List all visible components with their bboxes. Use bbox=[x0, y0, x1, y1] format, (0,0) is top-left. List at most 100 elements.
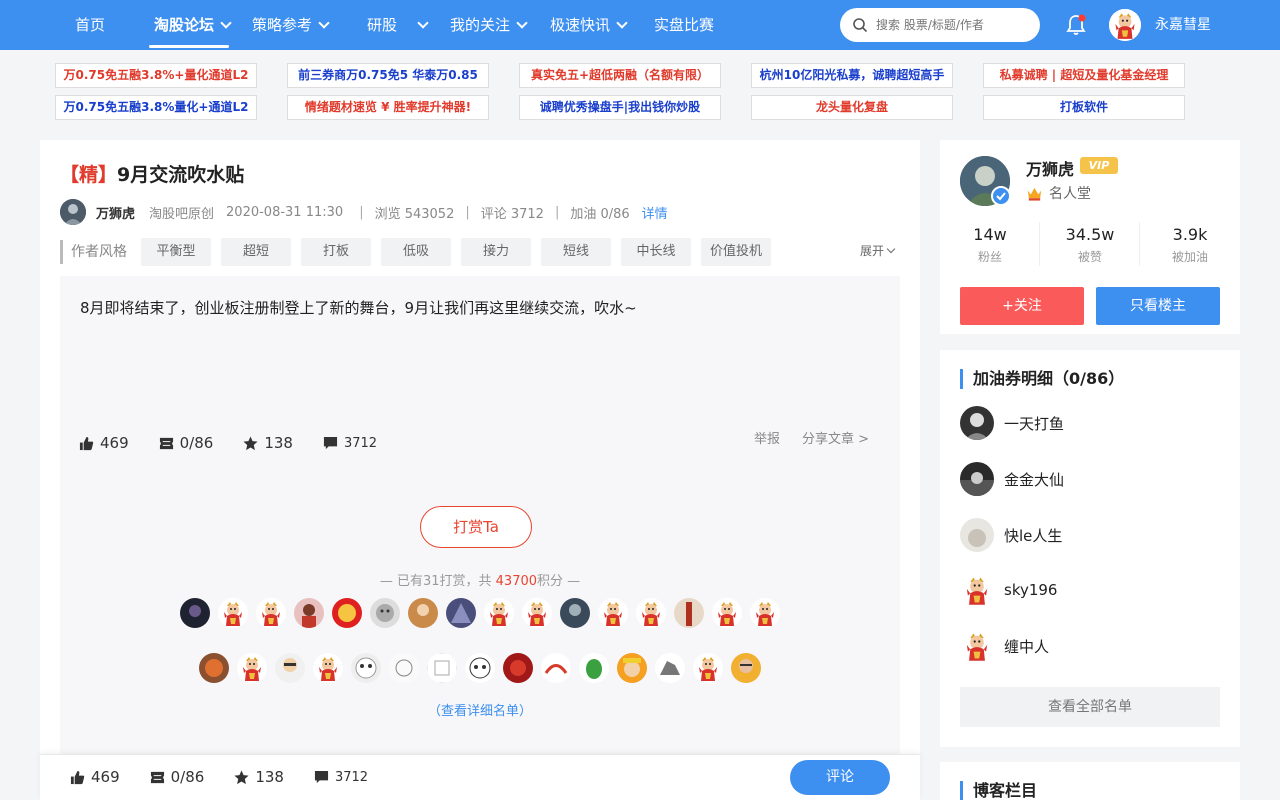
like-button[interactable]: 469 bbox=[70, 768, 120, 786]
tipper-avatar[interactable] bbox=[541, 653, 571, 683]
star-button[interactable]: 138 bbox=[243, 434, 293, 452]
tipper-avatar[interactable] bbox=[750, 598, 780, 628]
style-chip[interactable]: 价值投机 bbox=[701, 238, 771, 266]
style-chip[interactable]: 中长线 bbox=[621, 238, 691, 266]
list-item[interactable]: 快le人生 bbox=[960, 518, 1062, 552]
tipper-avatar[interactable] bbox=[465, 653, 495, 683]
nav-flash-news[interactable]: 极速快讯 bbox=[550, 0, 628, 50]
fuel-count-meta: 加油 0/86 bbox=[570, 206, 630, 222]
author-avatar[interactable] bbox=[60, 199, 86, 225]
fuel-button[interactable]: 0/86 bbox=[150, 768, 204, 786]
fuel-user-name: sky196 bbox=[1004, 581, 1058, 599]
tipper-avatar[interactable] bbox=[408, 598, 438, 628]
style-chip[interactable]: 打板 bbox=[301, 238, 371, 266]
user-avatar[interactable] bbox=[1109, 9, 1141, 41]
detail-link[interactable]: 详情 bbox=[642, 203, 668, 222]
owner-only-button[interactable]: 只看楼主 bbox=[1096, 287, 1220, 325]
tipper-avatar[interactable] bbox=[693, 653, 723, 683]
fuel-button[interactable]: 0/86 bbox=[159, 434, 213, 452]
star-button[interactable]: 138 bbox=[234, 768, 284, 786]
tipper-avatar[interactable] bbox=[598, 598, 628, 628]
comment-submit-button[interactable]: 评论 bbox=[790, 760, 890, 795]
star-icon bbox=[243, 435, 258, 450]
nav-home[interactable]: 首页 bbox=[75, 0, 105, 50]
tipper-avatar[interactable] bbox=[712, 598, 742, 628]
ad-link[interactable]: 私募诚聘 | 超短及量化基金经理 bbox=[983, 63, 1185, 88]
ad-link[interactable]: 万0.75免五融3.8%量化+通道L2 bbox=[55, 95, 257, 120]
comment-button[interactable]: 3712 bbox=[323, 436, 377, 451]
tipper-avatar[interactable] bbox=[579, 653, 609, 683]
tipper-avatar[interactable] bbox=[503, 653, 533, 683]
fuel-user-name: 一天打鱼 bbox=[1004, 414, 1065, 433]
tipper-avatar[interactable] bbox=[218, 598, 248, 628]
tipper-avatar[interactable] bbox=[484, 598, 514, 628]
chevron-down-icon bbox=[616, 17, 628, 29]
list-item[interactable]: 一天打鱼 bbox=[960, 406, 1064, 440]
username[interactable]: 永嘉彗星 bbox=[1155, 0, 1211, 50]
tip-summary-prefix: — 已有31打赏，共 bbox=[379, 574, 496, 589]
tipper-avatar[interactable] bbox=[199, 653, 229, 683]
expand-button[interactable]: 展开 bbox=[860, 242, 896, 259]
nav-following[interactable]: 我的关注 bbox=[450, 0, 528, 50]
thumbs-up-icon bbox=[79, 436, 94, 450]
report-link[interactable]: 举报 bbox=[754, 428, 780, 447]
tipper-avatar[interactable] bbox=[294, 598, 324, 628]
star-count: 138 bbox=[255, 768, 284, 786]
chevron-down-icon bbox=[516, 17, 528, 29]
tip-button[interactable]: 打赏Ta bbox=[420, 506, 532, 548]
search-box[interactable] bbox=[840, 8, 1040, 42]
tipper-avatar[interactable] bbox=[180, 598, 210, 628]
list-item[interactable]: 缠中人 bbox=[960, 629, 1049, 663]
tipper-avatar[interactable] bbox=[256, 598, 286, 628]
nav-strategy[interactable]: 策略参考 bbox=[252, 0, 330, 50]
list-item[interactable]: 金金大仙 bbox=[960, 462, 1064, 496]
ad-link[interactable]: 打板软件 bbox=[983, 95, 1185, 120]
bell-icon[interactable] bbox=[1064, 13, 1088, 37]
tipper-avatar[interactable] bbox=[674, 598, 704, 628]
tipper-avatar[interactable] bbox=[313, 653, 343, 683]
share-link[interactable]: 分享文章 > bbox=[802, 428, 869, 447]
nav-contest[interactable]: 实盘比赛 bbox=[654, 0, 714, 50]
tipper-avatar[interactable] bbox=[275, 653, 305, 683]
tipper-avatar[interactable] bbox=[237, 653, 267, 683]
tipper-avatar[interactable] bbox=[427, 653, 457, 683]
ad-link[interactable]: 情绪题材速览 ¥ 胜率提升神器! bbox=[287, 95, 489, 120]
ad-link[interactable]: 前三券商万0.75免5 华泰万0.85 bbox=[287, 63, 489, 88]
search-input[interactable] bbox=[876, 18, 1026, 32]
nav-forum[interactable]: 淘股论坛 bbox=[154, 0, 232, 50]
style-chip[interactable]: 超短 bbox=[221, 238, 291, 266]
ad-link[interactable]: 诚聘优秀操盘手|我出钱你炒股 bbox=[519, 95, 721, 120]
tipper-avatar[interactable] bbox=[655, 653, 685, 683]
style-chip[interactable]: 接力 bbox=[461, 238, 531, 266]
style-chip[interactable]: 低吸 bbox=[381, 238, 451, 266]
view-tippers-link[interactable]: （查看详细名单） bbox=[0, 700, 960, 719]
tipper-avatar[interactable] bbox=[389, 653, 419, 683]
tipper-avatar[interactable] bbox=[446, 598, 476, 628]
style-chip[interactable]: 平衡型 bbox=[141, 238, 211, 266]
ad-link[interactable]: 杭州10亿阳光私募，诚聘超短高手 bbox=[751, 63, 953, 88]
avatar bbox=[960, 629, 994, 663]
ad-link[interactable]: 真实免五+超低两融（名额有限） bbox=[519, 63, 721, 88]
list-item[interactable]: sky196 bbox=[960, 573, 1057, 607]
ad-link[interactable]: 万0.75免五融3.8%+量化通道L2 bbox=[55, 63, 257, 88]
author-name[interactable]: 万狮虎 bbox=[96, 203, 135, 222]
tipper-avatar[interactable] bbox=[617, 653, 647, 683]
tipper-avatar[interactable] bbox=[636, 598, 666, 628]
ad-link[interactable]: 龙头量化复盘 bbox=[751, 95, 953, 120]
tipper-avatar[interactable] bbox=[522, 598, 552, 628]
follow-button[interactable]: +关注 bbox=[960, 287, 1084, 325]
likes-label: 被赞 bbox=[1077, 250, 1102, 264]
nav-research[interactable]: 研股 bbox=[367, 0, 429, 50]
comment-button[interactable]: 3712 bbox=[314, 770, 368, 785]
nav-active-indicator bbox=[149, 45, 229, 48]
tipper-avatar[interactable] bbox=[731, 653, 761, 683]
view-all-button[interactable]: 查看全部名单 bbox=[960, 687, 1220, 727]
tipper-avatar[interactable] bbox=[332, 598, 362, 628]
like-button[interactable]: 469 bbox=[79, 434, 129, 452]
tipper-avatar[interactable] bbox=[370, 598, 400, 628]
like-count: 469 bbox=[100, 434, 129, 452]
tipper-avatar[interactable] bbox=[351, 653, 381, 683]
profile-name[interactable]: 万狮虎 bbox=[1026, 156, 1074, 180]
tipper-avatar[interactable] bbox=[560, 598, 590, 628]
style-chip[interactable]: 短线 bbox=[541, 238, 611, 266]
